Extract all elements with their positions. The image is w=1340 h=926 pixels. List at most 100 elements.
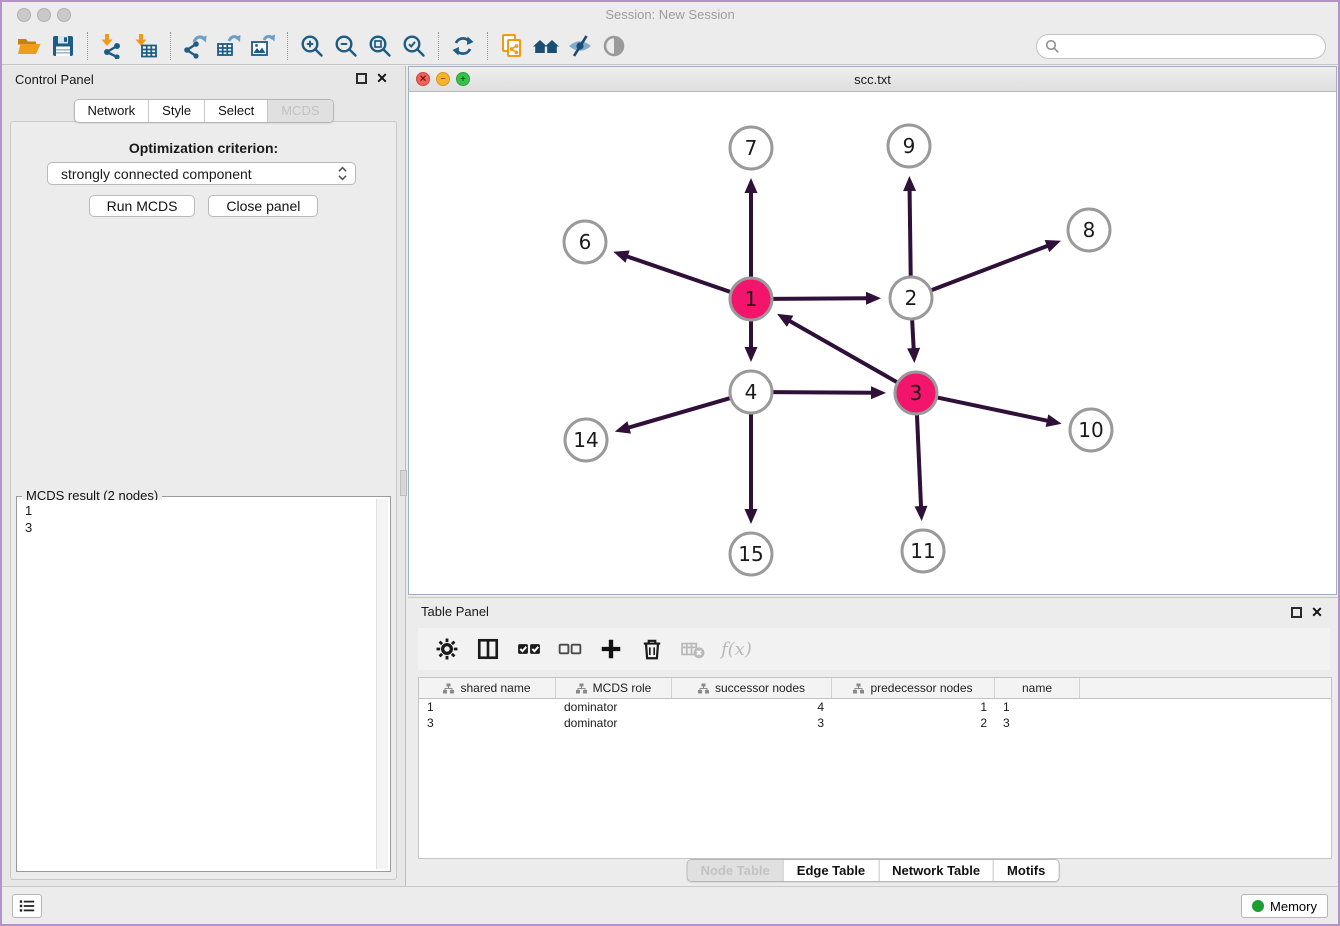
panel-splitter-grip[interactable] <box>400 470 407 496</box>
table-cell[interactable]: 3 <box>419 715 556 731</box>
table-cell[interactable]: 1 <box>419 699 556 715</box>
mcds-result-text[interactable]: 1 3 <box>19 500 375 869</box>
table-panel: Table Panel ✕ <box>408 597 1338 886</box>
export-image-button[interactable] <box>246 31 280 61</box>
table-cell[interactable]: 1 <box>832 699 995 715</box>
table-row[interactable]: 1dominator411 <box>419 699 1331 715</box>
zoom-out-button[interactable] <box>329 31 363 61</box>
edge-4-14[interactable] <box>615 398 730 434</box>
node-label: 4 <box>745 380 758 404</box>
tab-edge-table[interactable]: Edge Table <box>783 860 878 881</box>
first-neighbors-button[interactable] <box>529 31 563 61</box>
open-file-button[interactable] <box>12 31 46 61</box>
edge-4-15[interactable] <box>745 414 758 524</box>
zoom-in-button[interactable] <box>295 31 329 61</box>
tab-network[interactable]: Network <box>74 100 148 122</box>
memory-button[interactable]: Memory <box>1241 894 1328 918</box>
add-column-button[interactable] <box>598 636 624 662</box>
node-4[interactable]: 4 <box>730 371 772 413</box>
mcds-result-scrollbar[interactable] <box>376 499 388 869</box>
edge-3-1[interactable] <box>777 314 897 382</box>
node-2[interactable]: 2 <box>890 277 932 319</box>
network-window-titlebar[interactable]: ✕ − + scc.txt <box>409 67 1336 92</box>
column-header-MCDS-role[interactable]: MCDS role <box>556 678 672 698</box>
table-cell[interactable]: dominator <box>556 715 672 731</box>
show-all-button[interactable] <box>597 31 631 61</box>
save-session-button[interactable] <box>46 31 80 61</box>
edge-1-2[interactable] <box>773 292 881 305</box>
tab-motifs[interactable]: Motifs <box>993 860 1058 881</box>
zoom-selected-button[interactable] <box>397 31 431 61</box>
table-cell[interactable]: 1 <box>995 699 1080 715</box>
column-header-shared-name[interactable]: shared name <box>419 678 556 698</box>
import-network-icon <box>99 33 125 59</box>
show-columns-button[interactable] <box>475 636 501 662</box>
edge-1-6[interactable] <box>613 250 730 291</box>
table-panel-float-button[interactable] <box>1291 607 1302 618</box>
node-6[interactable]: 6 <box>564 221 606 263</box>
search-input[interactable] <box>1060 38 1317 55</box>
table-cell[interactable]: 3 <box>672 715 832 731</box>
tab-select[interactable]: Select <box>204 100 267 122</box>
edge-3-11[interactable] <box>915 415 928 521</box>
tab-network-table[interactable]: Network Table <box>878 860 993 881</box>
select-all-columns-button[interactable] <box>516 636 542 662</box>
function-builder-button: f(x) <box>721 636 752 662</box>
delete-table-icon <box>681 637 705 661</box>
column-header-predecessor-nodes[interactable]: predecessor nodes <box>832 678 995 698</box>
table-row[interactable]: 3dominator323 <box>419 715 1331 731</box>
tab-mcds[interactable]: MCDS <box>267 100 332 122</box>
node-8[interactable]: 8 <box>1068 209 1110 251</box>
import-table-button[interactable] <box>129 31 163 61</box>
plus-icon <box>599 637 623 661</box>
search-field[interactable] <box>1036 34 1326 59</box>
dropdown-stepper-icon <box>338 166 347 181</box>
tab-node-table[interactable]: Node Table <box>688 860 783 881</box>
column-header-successor-nodes[interactable]: successor nodes <box>672 678 832 698</box>
node-11[interactable]: 11 <box>902 530 944 572</box>
table-cell[interactable]: dominator <box>556 699 672 715</box>
export-network-button[interactable] <box>178 31 212 61</box>
node-7[interactable]: 7 <box>730 127 772 169</box>
hide-selected-button[interactable] <box>563 31 597 61</box>
column-header-name[interactable]: name <box>995 678 1080 698</box>
control-panel-float-button[interactable] <box>356 73 367 84</box>
optimization-criterion-dropdown[interactable]: strongly connected component <box>47 162 356 185</box>
window-titlebar: Session: New Session <box>2 2 1338 28</box>
import-network-button[interactable] <box>95 31 129 61</box>
tab-style[interactable]: Style <box>148 100 204 122</box>
table-cell[interactable]: 4 <box>672 699 832 715</box>
zoom-fit-button[interactable] <box>363 31 397 61</box>
task-history-button[interactable] <box>12 894 42 918</box>
node-3[interactable]: 3 <box>895 372 937 414</box>
edge-1-7[interactable] <box>745 178 758 277</box>
export-table-button[interactable] <box>212 31 246 61</box>
table-panel-close-button[interactable]: ✕ <box>1310 604 1324 620</box>
table-panel-tabs: Node TableEdge TableNetwork TableMotifs <box>687 859 1060 882</box>
table-cell[interactable]: 3 <box>995 715 1080 731</box>
node-15[interactable]: 15 <box>730 533 772 575</box>
edge-1-4[interactable] <box>745 321 758 362</box>
edge-2-3[interactable] <box>907 320 920 363</box>
refresh-button[interactable] <box>446 31 480 61</box>
deselect-all-columns-button[interactable] <box>557 636 583 662</box>
node-9[interactable]: 9 <box>888 125 930 167</box>
edge-2-8[interactable] <box>932 240 1061 290</box>
duplicate-network-button[interactable] <box>495 31 529 61</box>
delete-columns-button[interactable] <box>639 636 665 662</box>
node-14[interactable]: 14 <box>565 419 607 461</box>
edge-3-10[interactable] <box>938 398 1062 428</box>
control-panel-close-button[interactable]: ✕ <box>375 70 389 86</box>
table-settings-button[interactable] <box>434 636 460 662</box>
unchecked-boxes-icon <box>558 637 582 661</box>
table-cell[interactable]: 2 <box>832 715 995 731</box>
node-1[interactable]: 1 <box>730 278 772 320</box>
column-header-label: name <box>1022 681 1052 695</box>
close-panel-button[interactable]: Close panel <box>208 195 318 217</box>
edge-2-9[interactable] <box>903 176 916 276</box>
run-mcds-button[interactable]: Run MCDS <box>89 195 196 217</box>
network-canvas[interactable]: 7 9 6 8 1 2 4 3 14 10 15 11 <box>409 92 1336 594</box>
node-10[interactable]: 10 <box>1070 409 1112 451</box>
edge-4-3[interactable] <box>773 386 886 399</box>
toolbar-separator <box>487 32 488 60</box>
